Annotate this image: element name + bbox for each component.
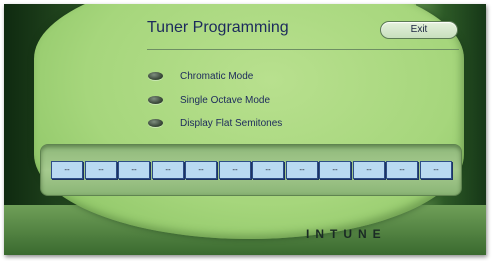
note-box-4[interactable]: -- bbox=[152, 161, 184, 179]
led-indicator-icon[interactable] bbox=[148, 119, 163, 127]
note-box-6[interactable]: -- bbox=[219, 161, 251, 179]
note-box-10[interactable]: -- bbox=[353, 161, 385, 179]
brand-logo: INTUNE bbox=[306, 227, 387, 241]
page-title: Tuner Programming bbox=[147, 19, 289, 36]
option-label: Chromatic Mode bbox=[180, 70, 254, 82]
title-divider bbox=[147, 49, 459, 50]
option-label: Single Octave Mode bbox=[180, 94, 271, 106]
note-box-1[interactable]: -- bbox=[51, 161, 83, 179]
note-box-11[interactable]: -- bbox=[386, 161, 418, 179]
led-indicator-icon[interactable] bbox=[148, 72, 163, 80]
note-box-3[interactable]: -- bbox=[118, 161, 150, 179]
led-indicator-icon[interactable] bbox=[148, 96, 163, 104]
exit-button[interactable]: Exit bbox=[380, 21, 458, 39]
note-box-8[interactable]: -- bbox=[286, 161, 318, 179]
note-box-12[interactable]: -- bbox=[420, 161, 452, 179]
option-label: Display Flat Semitones bbox=[180, 117, 283, 129]
note-box-5[interactable]: -- bbox=[185, 161, 217, 179]
option-single-octave-mode[interactable]: Single Octave Mode bbox=[148, 93, 270, 107]
option-display-flat-semitones[interactable]: Display Flat Semitones bbox=[148, 116, 282, 130]
note-box-9[interactable]: -- bbox=[319, 161, 351, 179]
option-chromatic-mode[interactable]: Chromatic Mode bbox=[148, 69, 253, 83]
note-box-2[interactable]: -- bbox=[85, 161, 117, 179]
note-box-7[interactable]: -- bbox=[252, 161, 284, 179]
